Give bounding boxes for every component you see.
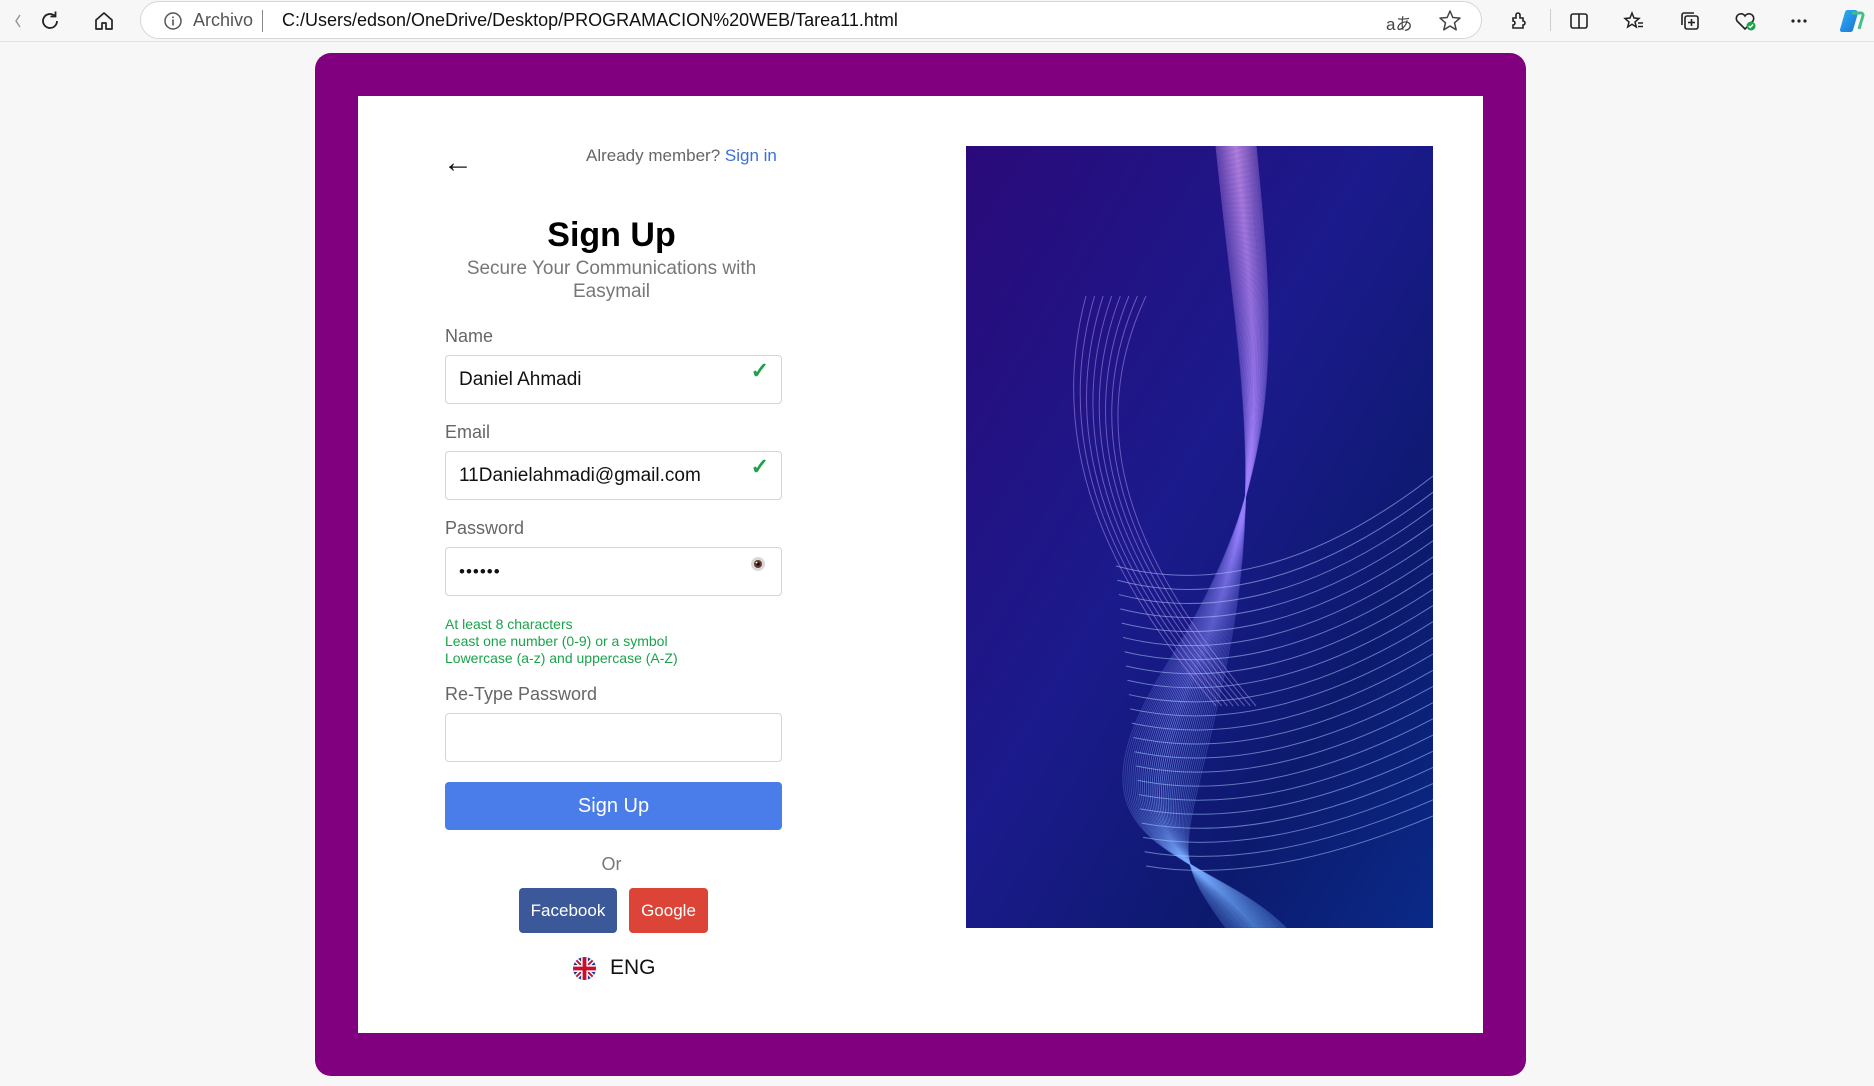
email-input[interactable]: 11Danielahmadi@gmail.com ✓ — [445, 451, 782, 500]
url-text[interactable]: C:/Users/edson/OneDrive/Desktop/PROGRAMA… — [282, 10, 898, 31]
email-label: Email — [445, 422, 491, 442]
back-arrow-icon[interactable]: ← — [443, 148, 473, 178]
info-icon[interactable] — [163, 11, 183, 31]
language-label: ENG — [610, 956, 656, 979]
toolbar-divider — [1550, 9, 1551, 31]
password-rules: At least 8 characters Least one number (… — [445, 616, 678, 667]
password-value: •••••• — [459, 561, 501, 581]
favorite-star-icon[interactable] — [1437, 8, 1463, 34]
address-bar[interactable]: Archivo C:/Users/edson/OneDrive/Desktop/… — [140, 1, 1482, 39]
facebook-button[interactable]: Facebook — [519, 888, 617, 933]
email-value: 11Danielahmadi@gmail.com — [459, 464, 701, 486]
purple-frame: ← Already member? Sign in Sign Up Secure… — [315, 53, 1526, 1076]
google-button[interactable]: Google — [629, 888, 708, 933]
extensions-icon[interactable] — [1503, 5, 1535, 37]
already-member-text: Already member? Sign in — [586, 146, 777, 166]
refresh-icon[interactable] — [34, 5, 66, 37]
browser-essentials-icon[interactable] — [1729, 5, 1761, 37]
retype-password-label: Re-Type Password — [445, 684, 598, 704]
already-member-label: Already member? — [586, 146, 721, 165]
sign-in-link[interactable]: Sign in — [725, 146, 777, 165]
name-value: Daniel Ahmadi — [459, 368, 582, 390]
retype-password-input[interactable] — [445, 713, 782, 762]
rule-number-symbol: Least one number (0-9) or a symbol — [445, 633, 668, 649]
page-subtitle: Secure Your Communications with Easymail — [466, 258, 757, 302]
password-label: Password — [445, 518, 525, 538]
scheme-label: Archivo — [193, 10, 254, 30]
split-screen-icon[interactable] — [1563, 5, 1595, 37]
show-password-eye-icon[interactable] — [749, 555, 767, 573]
abstract-wave-image — [966, 146, 1433, 928]
signup-card: ← Already member? Sign in Sign Up Secure… — [358, 96, 1483, 1033]
back-button[interactable] — [2, 5, 34, 37]
more-menu-icon[interactable] — [1783, 5, 1815, 37]
language-selector[interactable]: ENG — [573, 956, 656, 980]
favorites-icon[interactable] — [1618, 5, 1650, 37]
page-title: Sign Up — [547, 216, 676, 254]
copilot-icon[interactable] — [1836, 5, 1868, 37]
password-input[interactable]: •••••• — [445, 547, 782, 596]
name-valid-check-icon: ✓ — [750, 358, 769, 383]
name-input[interactable]: Daniel Ahmadi ✓ — [445, 355, 782, 404]
uk-flag-icon — [573, 956, 596, 980]
home-icon[interactable] — [88, 5, 120, 37]
divider — [262, 10, 263, 32]
or-divider-text: Or — [601, 854, 622, 874]
rule-case: Lowercase (a-z) and uppercase (A-Z) — [445, 650, 678, 666]
read-aloud-icon[interactable]: aあ — [1386, 10, 1412, 35]
browser-toolbar: Archivo C:/Users/edson/OneDrive/Desktop/… — [0, 0, 1874, 42]
name-label: Name — [445, 326, 494, 346]
email-valid-check-icon: ✓ — [750, 454, 769, 479]
rule-length: At least 8 characters — [445, 616, 573, 632]
sign-up-button[interactable]: Sign Up — [445, 782, 782, 830]
collections-icon[interactable] — [1674, 5, 1706, 37]
